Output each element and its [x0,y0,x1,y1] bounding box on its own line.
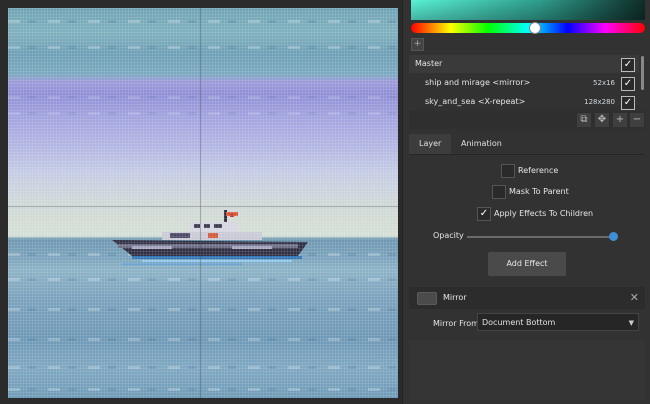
hue-slider[interactable] [411,22,645,34]
checkmark-icon: ✓ [623,97,633,108]
tab-animation[interactable]: Animation [451,134,512,154]
color-picker-field[interactable] [411,0,645,20]
add-layer-button[interactable]: + [613,113,627,127]
reference-checkbox[interactable] [501,164,515,178]
layer-size: 52x16 [593,79,615,87]
duplicate-layer-button[interactable]: ⧉ [577,113,591,127]
copy-icon: ⧉ [580,114,588,125]
remove-layer-button[interactable]: − [630,113,644,127]
layer-size: 128x280 [584,98,615,106]
layer-name: ship and mirage <mirror> [425,78,531,87]
effect-name: Mirror [443,293,467,302]
opacity-slider[interactable] [467,236,613,238]
mask-to-parent-checkbox[interactable] [492,185,506,199]
effect-header-mirror: Mirror ✕ [409,287,645,309]
tab-layer[interactable]: Layer [409,134,452,154]
mirror-from-value: Document Bottom [482,318,556,327]
opacity-label: Opacity [433,231,464,240]
canvas-area[interactable] [0,0,402,404]
layer-visibility-checkbox[interactable]: ✓ [621,77,635,91]
layer-name: sky_and_sea <X-repeat> [425,97,526,106]
pixel-canvas[interactable] [8,8,398,398]
panel-empty-area [409,340,645,400]
move-icon: ✥ [597,114,607,125]
add-swatch-button[interactable]: + [411,38,424,51]
property-tabs: Layer Animation [409,134,645,155]
layer-visibility-checkbox[interactable]: ✓ [621,58,635,72]
layer-list: Master ✓ ship and mirage <mirror> 52x16 … [409,55,639,112]
checkmark-icon: ✓ [623,78,633,89]
add-effect-button[interactable]: Add Effect [488,252,566,276]
layer-row-ship-and-mirage[interactable]: ship and mirage <mirror> 52x16 ✓ [409,74,639,92]
layer-row-master[interactable]: Master ✓ [409,55,639,73]
plus-icon: + [615,114,625,125]
reference-label: Reference [518,166,559,175]
layer-name: Master [415,59,443,68]
plus-icon: + [413,39,422,49]
layer-row-sky-and-sea[interactable]: sky_and_sea <X-repeat> 128x280 ✓ [409,93,639,111]
pixel-grid [8,8,398,398]
guide-line-horizontal [8,206,398,207]
effect-enable-toggle[interactable] [417,292,437,305]
layer-visibility-checkbox[interactable]: ✓ [621,96,635,110]
right-panel: + Master ✓ ship and mirage <mirror> 52x1… [402,0,650,404]
layer-toolbar: ⧉ ✥ + − [409,111,645,129]
move-layer-button[interactable]: ✥ [595,113,609,127]
layer-list-scrollbar[interactable] [641,56,644,90]
hue-slider-handle[interactable] [529,22,541,34]
mirror-from-label: Mirror From [433,319,479,328]
guide-line-vertical [200,8,201,398]
mask-to-parent-label: Mask To Parent [509,187,569,196]
checkmark-icon: ✓ [623,59,633,70]
close-icon[interactable]: ✕ [630,287,639,309]
chevron-down-icon: ▼ [628,319,634,327]
mirror-from-select[interactable]: Document Bottom ▼ [477,313,639,331]
opacity-slider-handle[interactable] [608,232,618,241]
minus-icon: − [632,114,642,125]
apply-effects-label: Apply Effects To Children [494,209,594,218]
apply-effects-checkbox[interactable]: ✓ [477,207,491,221]
